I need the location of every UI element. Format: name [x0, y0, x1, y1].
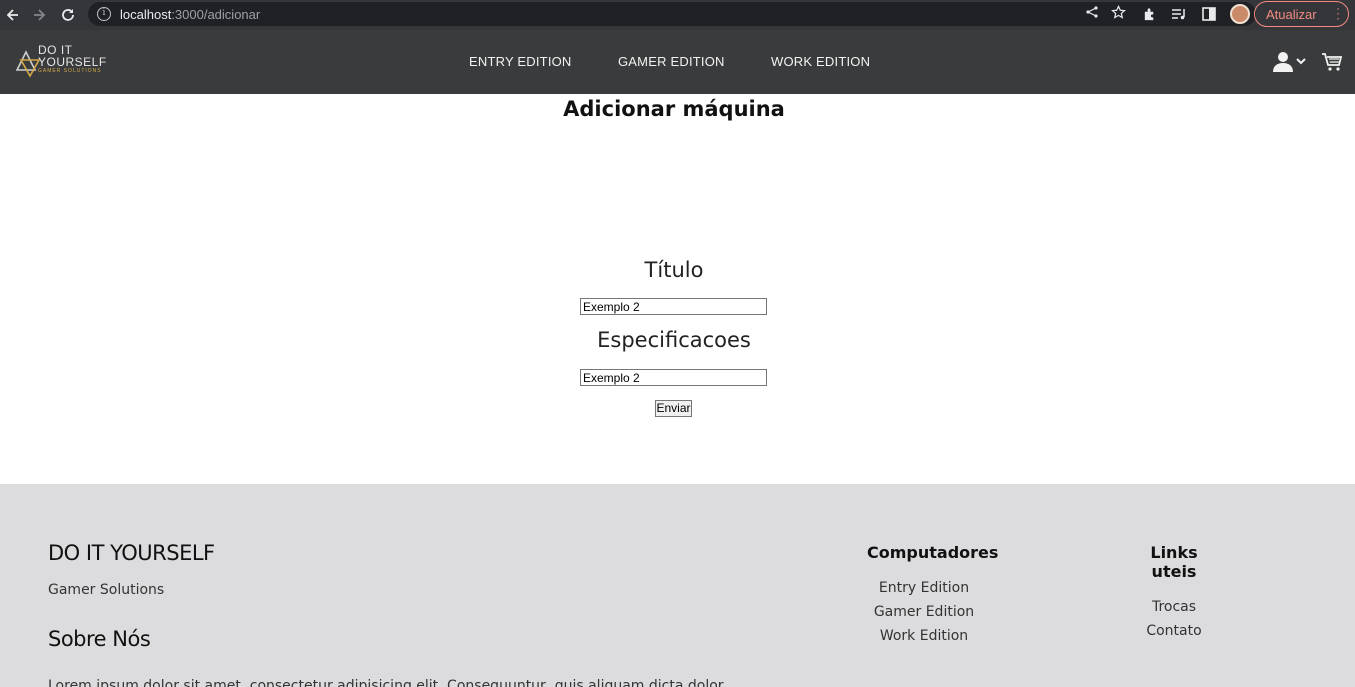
- browser-toolbar: i localhost:3000/adicionar Atualizar · · ·: [0, 0, 1355, 30]
- footer-tagline: Gamer Solutions: [48, 582, 165, 598]
- star-icon[interactable]: [1111, 4, 1126, 24]
- omnibox-actions: [1085, 2, 1126, 26]
- footer-link-entry-edition[interactable]: Entry Edition: [867, 576, 981, 600]
- footer-link-work-edition[interactable]: Work Edition: [867, 624, 981, 648]
- sidepanel-icon[interactable]: [1200, 5, 1218, 23]
- share-icon[interactable]: [1085, 5, 1099, 23]
- reload-icon[interactable]: [55, 2, 81, 28]
- media-icon[interactable]: [1170, 5, 1188, 23]
- footer-col-links-uteis: Links uteis Trocas Contato: [1133, 543, 1215, 643]
- footer-col-title: Links uteis: [1150, 543, 1198, 581]
- footer-col-computadores: Computadores Entry Edition Gamer Edition…: [867, 543, 999, 648]
- url-text[interactable]: localhost:3000/adicionar: [120, 7, 260, 22]
- extensions-area: [1140, 2, 1250, 26]
- url-host: localhost: [120, 6, 172, 22]
- site-footer: DO IT YOURSELF Gamer Solutions Sobre Nós…: [0, 484, 1355, 687]
- specs-field-label: Especificacoes: [597, 328, 751, 352]
- specs-input[interactable]: [580, 369, 767, 386]
- nav-work-edition[interactable]: WORK EDITION: [771, 54, 870, 69]
- update-label: Atualizar: [1266, 6, 1317, 22]
- page-title: Adicionar máquina: [563, 97, 785, 121]
- cart-icon[interactable]: [1321, 51, 1343, 73]
- user-menu-icon[interactable]: [1273, 51, 1307, 73]
- nav-entry-edition[interactable]: ENTRY EDITION: [469, 54, 572, 69]
- footer-about-text: Lorem ipsum dolor sit amet, consectetur …: [48, 678, 724, 687]
- footer-brand: DO IT YOURSELF: [48, 541, 215, 565]
- profile-avatar[interactable]: [1230, 4, 1250, 24]
- footer-col-title: Computadores: [867, 543, 999, 562]
- submit-button[interactable]: Enviar: [655, 400, 692, 417]
- footer-about-title: Sobre Nós: [48, 627, 151, 651]
- main-nav: ENTRY EDITION GAMER EDITION WORK EDITION: [0, 30, 1355, 94]
- forward-icon[interactable]: [26, 2, 52, 28]
- footer-link-contato[interactable]: Contato: [1133, 619, 1215, 643]
- site-header: DO IT YOURSELF GAMER SOLUTIONS ENTRY EDI…: [0, 30, 1355, 94]
- back-icon[interactable]: [0, 2, 26, 28]
- info-icon[interactable]: i: [97, 7, 111, 21]
- url-path: :3000/adicionar: [171, 6, 261, 22]
- footer-link-trocas[interactable]: Trocas: [1133, 595, 1215, 619]
- footer-link-gamer-edition[interactable]: Gamer Edition: [867, 600, 981, 624]
- extensions-icon[interactable]: [1140, 5, 1158, 23]
- kebab-icon[interactable]: · · ·: [1336, 2, 1340, 24]
- title-input[interactable]: [580, 298, 767, 315]
- nav-gamer-edition[interactable]: GAMER EDITION: [618, 54, 725, 69]
- update-button[interactable]: Atualizar · · ·: [1254, 1, 1349, 27]
- address-bar[interactable]: i localhost:3000/adicionar: [88, 2, 1256, 26]
- title-field-label: Título: [644, 258, 704, 282]
